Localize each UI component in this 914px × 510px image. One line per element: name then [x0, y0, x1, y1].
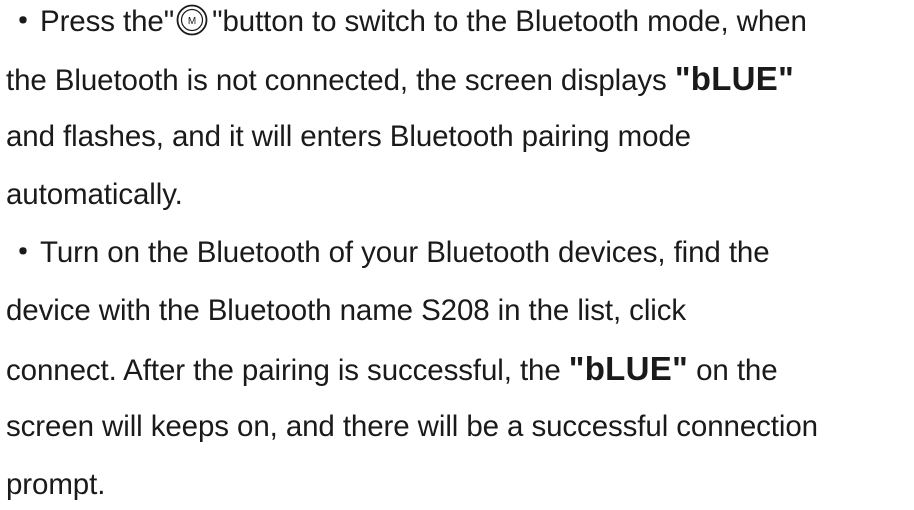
blue-display-label-2: "bLUE" — [568, 350, 689, 387]
p1-line-2-text: the Bluetooth is not connected, the scre… — [6, 64, 675, 97]
p2-line-3: connect. After the pairing is successful… — [6, 344, 778, 394]
m-button-icon-letter: M — [188, 16, 196, 27]
p2-line-3-text-a: connect. After the pairing is successful… — [6, 354, 569, 387]
p2-line-4: screen will keeps on, and there will be … — [6, 410, 818, 443]
instruction-document: ・Press the" M "button to switch to the B… — [0, 0, 914, 503]
p2-line-1-text: Turn on the Bluetooth of your Bluetooth … — [40, 236, 770, 269]
p2-line-1: ・Turn on the Bluetooth of your Bluetooth… — [6, 228, 770, 278]
m-button-icon: M — [176, 4, 208, 36]
p2-line-3-text-b: on the — [688, 354, 778, 387]
p1-line-1-text-a: Press the" — [40, 5, 175, 38]
p2-bullet: ・ — [8, 236, 38, 269]
blue-display-label: "bLUE" — [674, 60, 795, 97]
p1-line-1: ・Press the" M "button to switch to the B… — [6, 0, 807, 47]
p1-line-4: automatically. — [6, 178, 183, 211]
p2-line-2: device with the Bluetooth name S208 in t… — [6, 294, 687, 327]
p1-line-2: the Bluetooth is not connected, the scre… — [6, 54, 794, 104]
p1-line-3: and flashes, and it will enters Bluetoot… — [6, 120, 691, 153]
p1-bullet: ・ — [8, 5, 38, 38]
p1-line-1-text-b: "button to switch to the Bluetooth mode,… — [212, 5, 807, 38]
